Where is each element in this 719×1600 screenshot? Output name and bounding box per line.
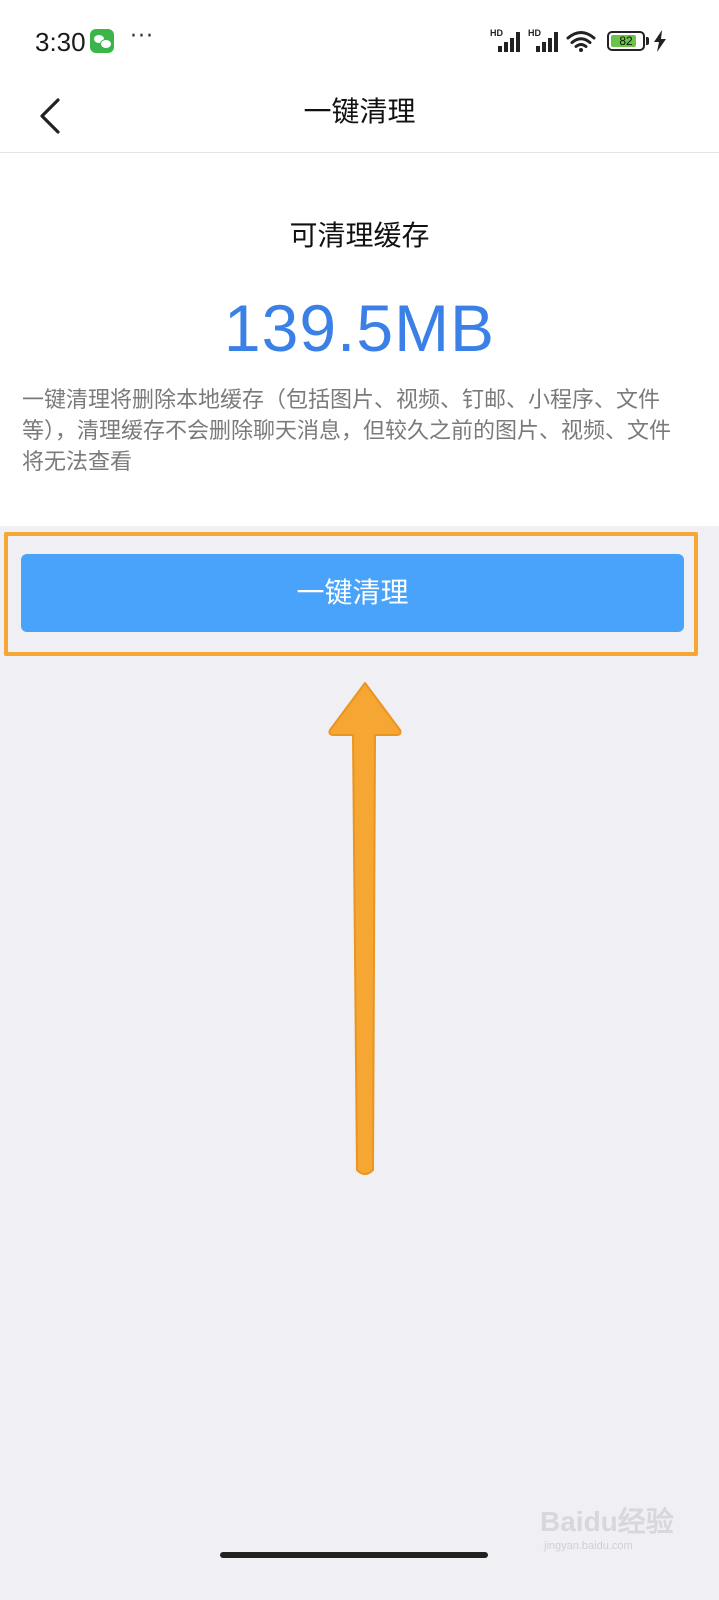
one-click-clean-button[interactable]: 一键清理 bbox=[21, 554, 684, 632]
nav-bar: 一键清理 bbox=[0, 80, 719, 153]
signal-icon: HD bbox=[528, 28, 562, 52]
charging-icon bbox=[654, 30, 666, 52]
watermark-logo: Baidu经验 bbox=[540, 1506, 674, 1537]
signal-hd-label: HD bbox=[490, 28, 503, 38]
battery-level: 82 bbox=[619, 34, 633, 48]
status-bar: 3:30 ··· HD HD 82 bbox=[0, 0, 719, 80]
home-indicator[interactable] bbox=[220, 1552, 488, 1558]
signal-hd-label: HD bbox=[528, 28, 541, 38]
arrow-up-annotation bbox=[328, 682, 402, 1175]
status-time: 3:30 bbox=[35, 27, 86, 57]
signal-icon: HD bbox=[490, 28, 524, 52]
more-icon: ··· bbox=[130, 24, 154, 49]
wifi-icon bbox=[566, 31, 596, 52]
watermark-url: jingyan.baidu.com bbox=[544, 1540, 633, 1552]
battery-icon: 82 bbox=[607, 31, 645, 51]
page-title: 一键清理 bbox=[303, 95, 416, 128]
battery-tip bbox=[646, 37, 649, 45]
cache-size-value: 139.5MB bbox=[223, 291, 496, 365]
cache-label: 可清理缓存 bbox=[289, 219, 430, 252]
cache-description: 一键清理将删除本地缓存（包括图片、视频、钉邮、小程序、文件等），清理缓存不会删除… bbox=[22, 388, 672, 475]
wechat-icon bbox=[90, 29, 114, 53]
watermark: Baidu经验 jingyan.baidu.com bbox=[540, 1492, 690, 1558]
